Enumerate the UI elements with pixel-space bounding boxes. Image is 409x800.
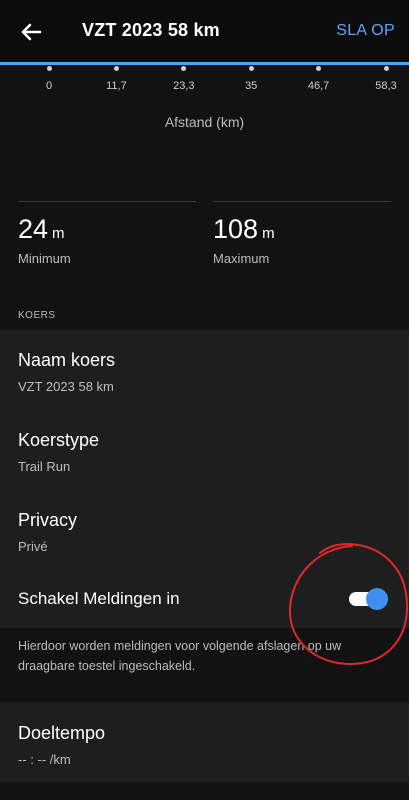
minimum-unit: m [52, 225, 65, 242]
x-tick-dot [181, 66, 187, 71]
x-tick: 35 [221, 66, 281, 92]
x-tick: 0 [19, 66, 79, 92]
notifications-description-block: Hierdoor worden meldingen voor volgende … [0, 628, 409, 700]
course-settings-panel: Naam koers VZT 2023 58 km Koerstype Trai… [0, 330, 409, 628]
x-tick-dot [113, 66, 119, 71]
x-tick-label: 46,7 [307, 80, 330, 92]
x-tick: 46,7 [289, 66, 349, 92]
maximum-label: Maximum [213, 251, 270, 266]
x-axis-ticks: 0 11,7 23,3 35 46,7 58,3 [0, 66, 409, 106]
x-tick-label: 11,7 [106, 80, 127, 92]
maximum-value: 108 [213, 214, 259, 244]
privacy-row[interactable]: Privacy Privé [18, 510, 77, 554]
x-tick: 58,3 [356, 66, 409, 92]
x-axis-label: Afstand (km) [164, 114, 245, 130]
notifications-description: Hierdoor worden meldingen voor volgende … [18, 639, 342, 673]
elevation-maximum: 108 m Maximum [213, 201, 391, 266]
x-tick-dot [46, 66, 52, 71]
course-type-label: Koerstype [18, 430, 100, 450]
toggle-knob [366, 588, 388, 610]
minimum-label: Minimum [18, 251, 71, 266]
x-tick-dot [248, 66, 254, 71]
x-tick-label: 58,3 [375, 80, 397, 92]
target-pace-value: -- : -- /km [18, 752, 71, 767]
elevation-minimum: 24 m Minimum [18, 201, 196, 266]
section-title-course: KOERS [18, 310, 56, 321]
x-tick-label: 35 [245, 80, 258, 92]
target-pace-panel: Doeltempo -- : -- /km [0, 702, 409, 782]
x-tick: 11,7 [86, 66, 146, 92]
x-tick: 23,3 [154, 66, 214, 92]
target-pace-row[interactable]: Doeltempo -- : -- /km [18, 723, 105, 767]
x-tick-label: 23,3 [173, 80, 195, 92]
x-tick-dot [383, 66, 389, 71]
privacy-label: Privacy [18, 510, 78, 530]
course-name-value: VZT 2023 58 km [18, 379, 114, 394]
minimum-value: 24 [18, 214, 49, 244]
course-name-row[interactable]: Naam koers VZT 2023 58 km [18, 350, 115, 394]
course-type-row[interactable]: Koerstype Trail Run [18, 430, 99, 474]
x-tick-label: 0 [45, 80, 53, 92]
course-type-value: Trail Run [18, 459, 71, 474]
notifications-label: Schakel Meldingen in [18, 589, 180, 608]
maximum-unit: m [262, 225, 275, 242]
elevation-chart-line [0, 62, 409, 65]
arrow-left-icon[interactable] [18, 18, 46, 46]
course-name-label: Naam koers [18, 350, 116, 370]
save-button[interactable]: SLA OP [336, 22, 395, 40]
page-title: VZT 2023 58 km [82, 20, 220, 40]
x-tick-dot [316, 66, 322, 71]
notifications-toggle[interactable] [349, 588, 388, 610]
privacy-value: Privé [18, 539, 48, 554]
target-pace-label: Doeltempo [18, 723, 106, 743]
app-bar: VZT 2023 58 km SLA OP [0, 0, 409, 64]
